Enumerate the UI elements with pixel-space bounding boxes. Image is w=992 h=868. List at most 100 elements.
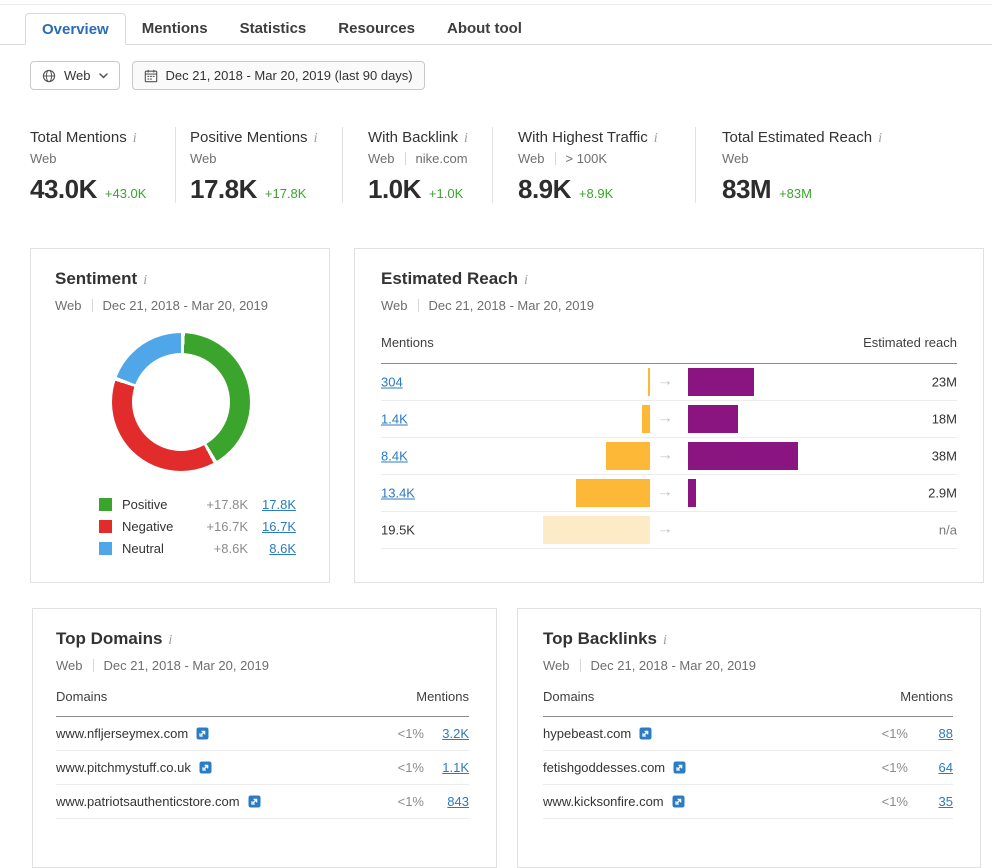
info-icon[interactable]: i bbox=[878, 131, 882, 146]
tab-resources[interactable]: Resources bbox=[322, 13, 431, 44]
arrow-right-icon: → bbox=[657, 484, 673, 502]
mentions-count-link[interactable]: 8.4K bbox=[381, 449, 408, 464]
top-domains-card: Top Domains i Web Dec 21, 2018 - Mar 20,… bbox=[32, 608, 497, 868]
stat-scope: Webnike.com bbox=[368, 151, 492, 166]
tab-about-tool[interactable]: About tool bbox=[431, 13, 538, 44]
stat-scope: Web> 100K bbox=[518, 151, 695, 166]
mention-count-link[interactable]: 64 bbox=[939, 760, 953, 775]
reach-value: n/a bbox=[939, 523, 957, 538]
info-icon[interactable]: i bbox=[663, 633, 667, 649]
reach-value: 2.9M bbox=[928, 486, 957, 501]
table-row: 19.5K → n/a bbox=[381, 512, 957, 549]
mentions-count-link[interactable]: 13.4K bbox=[381, 486, 415, 501]
stat-title: With Backlink bbox=[368, 129, 458, 146]
arrow-right-icon: → bbox=[657, 447, 673, 465]
mention-share: <1% bbox=[882, 760, 908, 775]
info-icon[interactable]: i bbox=[654, 131, 658, 146]
neutral-count-link[interactable]: 8.6K bbox=[269, 541, 296, 556]
stat-scope: Web bbox=[30, 151, 175, 166]
column-header-mentions: Mentions bbox=[416, 689, 469, 704]
external-link-icon[interactable] bbox=[199, 761, 212, 774]
external-link-icon[interactable] bbox=[196, 727, 209, 740]
column-header-domains: Domains bbox=[543, 689, 594, 704]
mentions-bar bbox=[642, 405, 650, 433]
table-row: 1.4K → 18M bbox=[381, 401, 957, 438]
stat-value: 1.0K bbox=[368, 174, 421, 205]
estimated-reach-card-title: Estimated Reach bbox=[381, 269, 518, 289]
mention-share: <1% bbox=[882, 794, 908, 809]
mention-share: <1% bbox=[398, 794, 424, 809]
stat-with-backlink: With Backlinki Webnike.com 1.0K+1.0K bbox=[342, 127, 492, 203]
top-domains-card-title: Top Domains bbox=[56, 629, 162, 649]
mention-count-link[interactable]: 88 bbox=[939, 726, 953, 741]
mention-count-link[interactable]: 3.2K bbox=[442, 726, 469, 741]
mentions-bar-faded bbox=[543, 516, 650, 544]
column-header-mentions: Mentions bbox=[900, 689, 953, 704]
reach-bar bbox=[688, 405, 738, 433]
positive-count-link[interactable]: 17.8K bbox=[262, 497, 296, 512]
column-header-estimated-reach: Estimated reach bbox=[863, 335, 957, 350]
stat-delta: +83M bbox=[779, 186, 812, 201]
subtitle-divider bbox=[93, 659, 94, 672]
stat-scope: Web bbox=[190, 151, 342, 166]
stat-delta: +8.9K bbox=[579, 186, 613, 201]
sentiment-card-title: Sentiment bbox=[55, 269, 137, 289]
mentions-count: 19.5K bbox=[381, 523, 415, 538]
estimated-reach-card-subtitle: Web Dec 21, 2018 - Mar 20, 2019 bbox=[381, 298, 957, 313]
reach-value: 18M bbox=[932, 412, 957, 427]
info-icon[interactable]: i bbox=[314, 131, 318, 146]
subtitle-divider bbox=[580, 659, 581, 672]
top-backlinks-card: Top Backlinks i Web Dec 21, 2018 - Mar 2… bbox=[517, 608, 981, 868]
mention-count-link[interactable]: 35 bbox=[939, 794, 953, 809]
domain-name: fetishgoddesses.com bbox=[543, 760, 665, 775]
info-icon[interactable]: i bbox=[133, 131, 137, 146]
info-icon[interactable]: i bbox=[464, 131, 468, 146]
mentions-count-link[interactable]: 1.4K bbox=[381, 412, 408, 427]
table-row: www.kicksonfire.com <1% 35 bbox=[543, 785, 953, 819]
calendar-icon bbox=[144, 69, 158, 83]
external-link-icon[interactable] bbox=[248, 795, 261, 808]
sentiment-card: Sentiment i Web Dec 21, 2018 - Mar 20, 2… bbox=[30, 248, 330, 583]
tab-overview[interactable]: Overview bbox=[25, 13, 126, 45]
negative-count-link[interactable]: 16.7K bbox=[262, 519, 296, 534]
stat-delta: +17.8K bbox=[265, 186, 307, 201]
mention-count-link[interactable]: 1.1K bbox=[442, 760, 469, 775]
stat-total-estimated-reach: Total Estimated Reachi Web 83M+83M bbox=[695, 127, 950, 203]
scope-divider bbox=[405, 152, 406, 165]
tab-mentions[interactable]: Mentions bbox=[126, 13, 224, 44]
external-link-icon[interactable] bbox=[672, 795, 685, 808]
table-row: 8.4K → 38M bbox=[381, 438, 957, 475]
stat-title: Total Mentions bbox=[30, 129, 127, 146]
date-range-label: Dec 21, 2018 - Mar 20, 2019 (last 90 day… bbox=[166, 68, 413, 83]
mention-count-link[interactable]: 843 bbox=[447, 794, 469, 809]
table-row: www.pitchmystuff.co.uk <1% 1.1K bbox=[56, 751, 469, 785]
table-row: fetishgoddesses.com <1% 64 bbox=[543, 751, 953, 785]
domain-name: www.nfljerseymex.com bbox=[56, 726, 188, 741]
top-backlinks-card-title: Top Backlinks bbox=[543, 629, 657, 649]
source-dropdown[interactable]: Web bbox=[30, 61, 120, 90]
stat-positive-mentions: Positive Mentionsi Web 17.8K+17.8K bbox=[175, 127, 342, 203]
table-row: 304 → 23M bbox=[381, 364, 957, 401]
column-header-domains: Domains bbox=[56, 689, 107, 704]
mentions-bar bbox=[648, 368, 650, 396]
reach-bar bbox=[688, 442, 798, 470]
scope-divider bbox=[555, 152, 556, 165]
legend-row-neutral: Neutral +8.6K 8.6K bbox=[99, 537, 296, 559]
globe-icon bbox=[42, 69, 56, 83]
top-domains-column-headers: Domains Mentions bbox=[56, 689, 469, 717]
info-icon[interactable]: i bbox=[143, 273, 147, 289]
tab-statistics[interactable]: Statistics bbox=[224, 13, 323, 44]
sentiment-card-subtitle: Web Dec 21, 2018 - Mar 20, 2019 bbox=[55, 298, 303, 313]
date-range-picker[interactable]: Dec 21, 2018 - Mar 20, 2019 (last 90 day… bbox=[132, 61, 425, 90]
domain-name: www.pitchmystuff.co.uk bbox=[56, 760, 191, 775]
source-dropdown-label: Web bbox=[64, 68, 91, 83]
stat-scope: Web bbox=[722, 151, 950, 166]
stat-value: 83M bbox=[722, 174, 771, 205]
top-domains-table: www.nfljerseymex.com <1% 3.2K www.pitchm… bbox=[56, 717, 469, 819]
stat-value: 8.9K bbox=[518, 174, 571, 205]
external-link-icon[interactable] bbox=[673, 761, 686, 774]
info-icon[interactable]: i bbox=[168, 633, 172, 649]
external-link-icon[interactable] bbox=[639, 727, 652, 740]
mentions-count-link[interactable]: 304 bbox=[381, 375, 403, 390]
info-icon[interactable]: i bbox=[524, 273, 528, 289]
